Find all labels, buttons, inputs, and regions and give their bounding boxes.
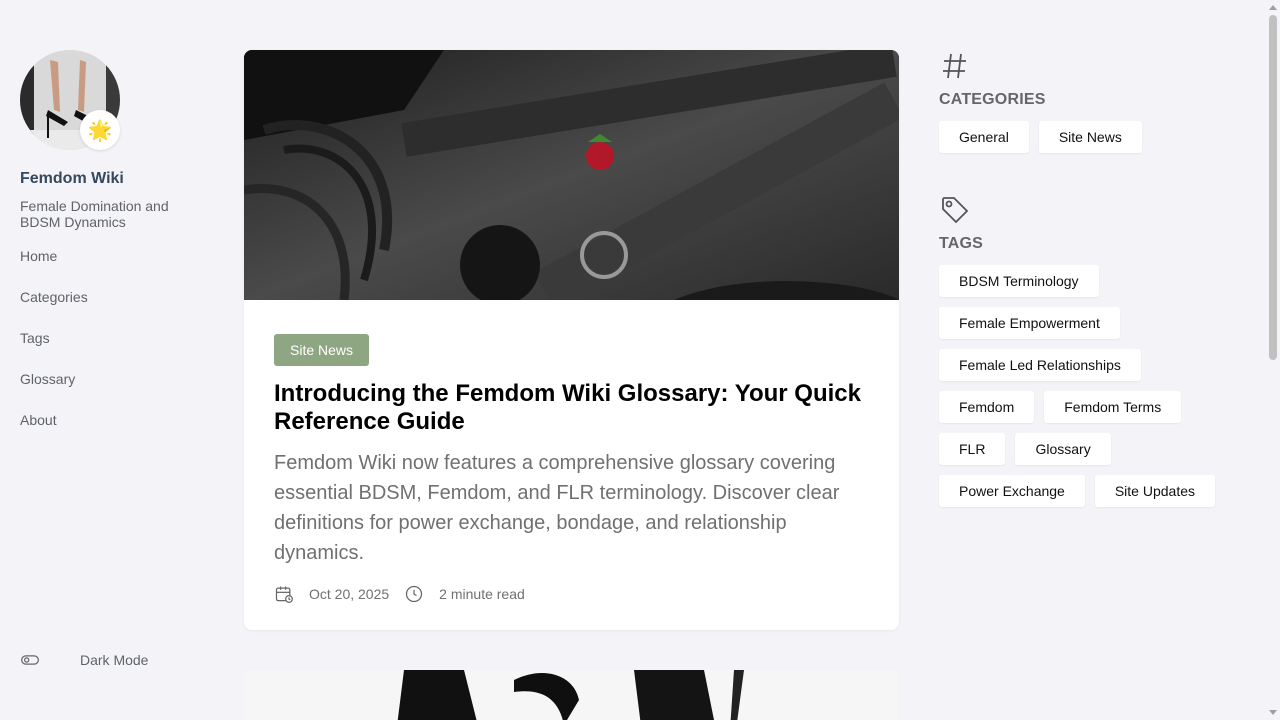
tag-chip-site-updates[interactable]: Site Updates xyxy=(1094,475,1216,507)
tags-title: TAGS xyxy=(939,235,984,252)
nav-item-glossary[interactable]: Glossary xyxy=(20,369,220,410)
main-nav: Home Categories Tags Glossary About xyxy=(20,246,220,451)
tag-chip-female-led-relationships[interactable]: Female Led Relationships xyxy=(939,349,1141,381)
tag-chip-bdsm-terminology[interactable]: BDSM Terminology xyxy=(939,265,1099,297)
toggle-icon xyxy=(21,655,39,665)
clock-icon xyxy=(406,585,423,603)
nav-item-categories[interactable]: Categories xyxy=(20,287,220,328)
tag-chip-femdom[interactable]: Femdom xyxy=(939,391,1035,423)
site-title[interactable]: Femdom Wiki xyxy=(20,170,220,188)
site-description: Female Domination and BDSM Dynamics xyxy=(20,198,169,230)
dark-mode-label: Dark Mode xyxy=(80,652,149,668)
scroll-thumb[interactable] xyxy=(1269,15,1277,360)
tag-chip-power-exchange[interactable]: Power Exchange xyxy=(939,475,1085,507)
hash-icon xyxy=(943,53,966,79)
avatar-badge-icon: 🌟 xyxy=(80,110,120,150)
tags-section: TAGS BDSM Terminology Female Empowerment… xyxy=(939,194,1239,507)
tag-list: BDSM Terminology Female Empowerment Fema… xyxy=(939,265,1229,507)
post-hero-image[interactable] xyxy=(244,50,899,300)
tag-chip-femdom-terms[interactable]: Femdom Terms xyxy=(1044,391,1182,423)
post-category-badge[interactable]: Site News xyxy=(274,334,370,366)
post-date: Oct 20, 2025 xyxy=(309,586,390,602)
scroll-up-arrow[interactable] xyxy=(1269,5,1277,10)
avatar-container: 🌟 xyxy=(20,50,120,150)
left-sidebar: 🌟 Femdom Wiki Female Domination and BDSM… xyxy=(20,50,220,680)
post-hero-image-next[interactable] xyxy=(244,670,899,720)
calendar-icon xyxy=(275,586,293,603)
tag-chip-glossary[interactable]: Glossary xyxy=(1015,433,1111,465)
nav-item-home[interactable]: Home xyxy=(20,246,220,287)
post-title[interactable]: Introducing the Femdom Wiki Glossary: Yo… xyxy=(274,380,869,436)
post-read-time: 2 minute read xyxy=(439,586,525,602)
tag-chip-female-empowerment[interactable]: Female Empowerment xyxy=(939,307,1120,339)
tag-chip-flr[interactable]: FLR xyxy=(939,433,1006,465)
nav-item-about[interactable]: About xyxy=(20,410,220,451)
dark-mode-toggle[interactable]: Dark Mode xyxy=(20,650,148,670)
post-excerpt: Femdom Wiki now features a comprehensive… xyxy=(274,452,840,564)
categories-title: CATEGORIES xyxy=(939,91,1046,108)
page-scrollbar[interactable] xyxy=(1265,0,1280,720)
right-sidebar: CATEGORIES General Site News TAGS BDSM T… xyxy=(939,50,1239,507)
post-meta: Oct 20, 2025 2 minute read xyxy=(274,584,869,604)
category-list: General Site News xyxy=(939,121,1229,153)
post-body: Site News Introducing the Femdom Wiki Gl… xyxy=(244,300,899,604)
post-card-next[interactable] xyxy=(244,670,899,720)
category-chip-general[interactable]: General xyxy=(939,121,1029,153)
categories-section: CATEGORIES General Site News xyxy=(939,50,1239,153)
tag-icon xyxy=(942,197,969,224)
post-card[interactable]: Site News Introducing the Femdom Wiki Gl… xyxy=(244,50,899,630)
nav-item-tags[interactable]: Tags xyxy=(20,328,220,369)
scroll-down-arrow[interactable] xyxy=(1269,710,1277,715)
category-chip-site-news[interactable]: Site News xyxy=(1038,121,1142,153)
